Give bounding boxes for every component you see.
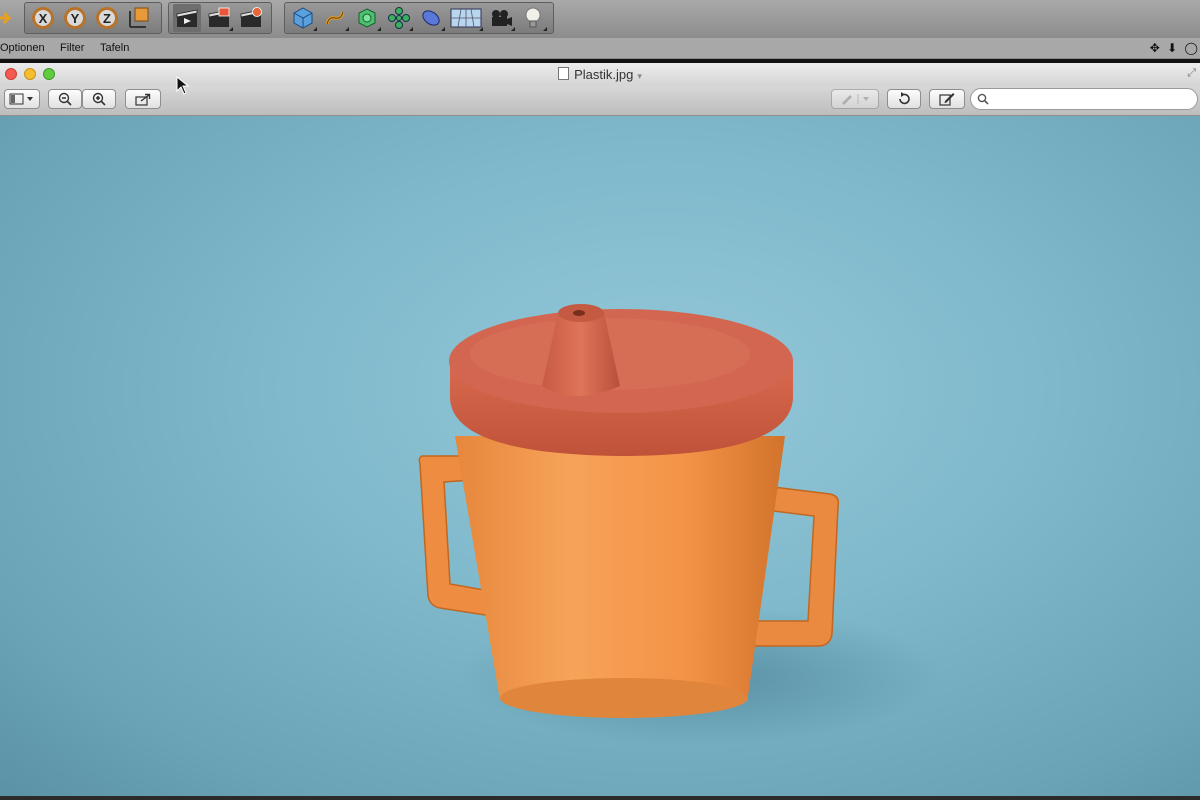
x-axis-label: X: [32, 7, 54, 29]
menu-tafeln[interactable]: Tafeln: [100, 42, 129, 54]
fullscreen-icon[interactable]: ⤢: [1187, 67, 1196, 80]
cup-base: [500, 678, 748, 718]
document-icon: [558, 67, 570, 80]
edit-pencil-icon: [939, 93, 955, 106]
sidebar-icon: [9, 93, 33, 105]
z-axis-lock-button[interactable]: Z: [93, 4, 121, 32]
search-icon: [977, 93, 989, 105]
mouse-pointer-icon: [176, 76, 190, 95]
menu-filter[interactable]: Filter: [60, 42, 84, 54]
search-field[interactable]: [970, 88, 1198, 110]
share-button[interactable]: [125, 89, 161, 109]
zoom-out-icon: [58, 92, 72, 106]
floor-button[interactable]: [449, 4, 483, 32]
render-to-picture-viewer-button[interactable]: [205, 4, 233, 32]
bottom-bar: [0, 796, 1200, 800]
markup-pen-button: [831, 89, 879, 109]
viewport-nav-icons[interactable]: ✥ ⬇ ◯: [1150, 41, 1200, 55]
sidebar-view-button[interactable]: [4, 89, 40, 109]
cup-body: [455, 436, 785, 713]
c4d-toolbar: X Y Z: [0, 0, 1200, 38]
coordinate-system-icon: [129, 7, 149, 28]
clapper-icon: [176, 9, 198, 27]
y-axis-label: Y: [64, 7, 86, 29]
menu-optionen[interactable]: Optionen: [0, 42, 45, 54]
y-axis-lock-button[interactable]: Y: [61, 4, 89, 32]
edit-toolbar-button[interactable]: [929, 89, 965, 109]
preview-window: Plastik.jpg ▾ ⤢: [0, 63, 1200, 800]
spout-hole: [573, 310, 585, 316]
move-tool-icon[interactable]: [0, 6, 12, 30]
spline-button[interactable]: [321, 4, 349, 32]
clapper-gear-icon: [240, 7, 262, 27]
zoom-in-button[interactable]: [82, 89, 116, 109]
z-axis-label: Z: [96, 7, 118, 29]
objects-group: [284, 2, 554, 34]
title-menu-caret[interactable]: ▾: [637, 71, 642, 81]
window-title-text: Plastik.jpg: [574, 67, 634, 82]
camera-icon: [492, 10, 512, 26]
coordinate-system-button[interactable]: [125, 4, 153, 32]
floor-grid-icon: [450, 8, 482, 28]
share-icon: [135, 93, 151, 106]
render-group: [168, 2, 272, 34]
light-button[interactable]: [519, 4, 547, 32]
rendered-image: [0, 116, 1200, 796]
clapper-picture-icon: [208, 7, 230, 27]
pen-icon: [842, 94, 869, 105]
camera-button[interactable]: [487, 4, 515, 32]
nurbs-button[interactable]: [353, 4, 381, 32]
sippy-cup-render: [418, 304, 940, 746]
cube-object-button[interactable]: [289, 4, 317, 32]
deformer-button[interactable]: [417, 4, 445, 32]
search-input[interactable]: [991, 91, 1195, 109]
array-button[interactable]: [385, 4, 413, 32]
render-view-button[interactable]: [173, 4, 201, 32]
rotate-button[interactable]: [887, 89, 921, 109]
rotate-icon: [899, 92, 910, 105]
zoom-out-button[interactable]: [48, 89, 82, 109]
x-axis-lock-button[interactable]: X: [29, 4, 57, 32]
zoom-in-icon: [92, 92, 106, 106]
axis-lock-group: X Y Z: [24, 2, 162, 34]
c4d-menu-bar: Optionen Filter Tafeln ✥ ⬇ ◯: [0, 38, 1200, 59]
render-settings-button[interactable]: [237, 4, 265, 32]
